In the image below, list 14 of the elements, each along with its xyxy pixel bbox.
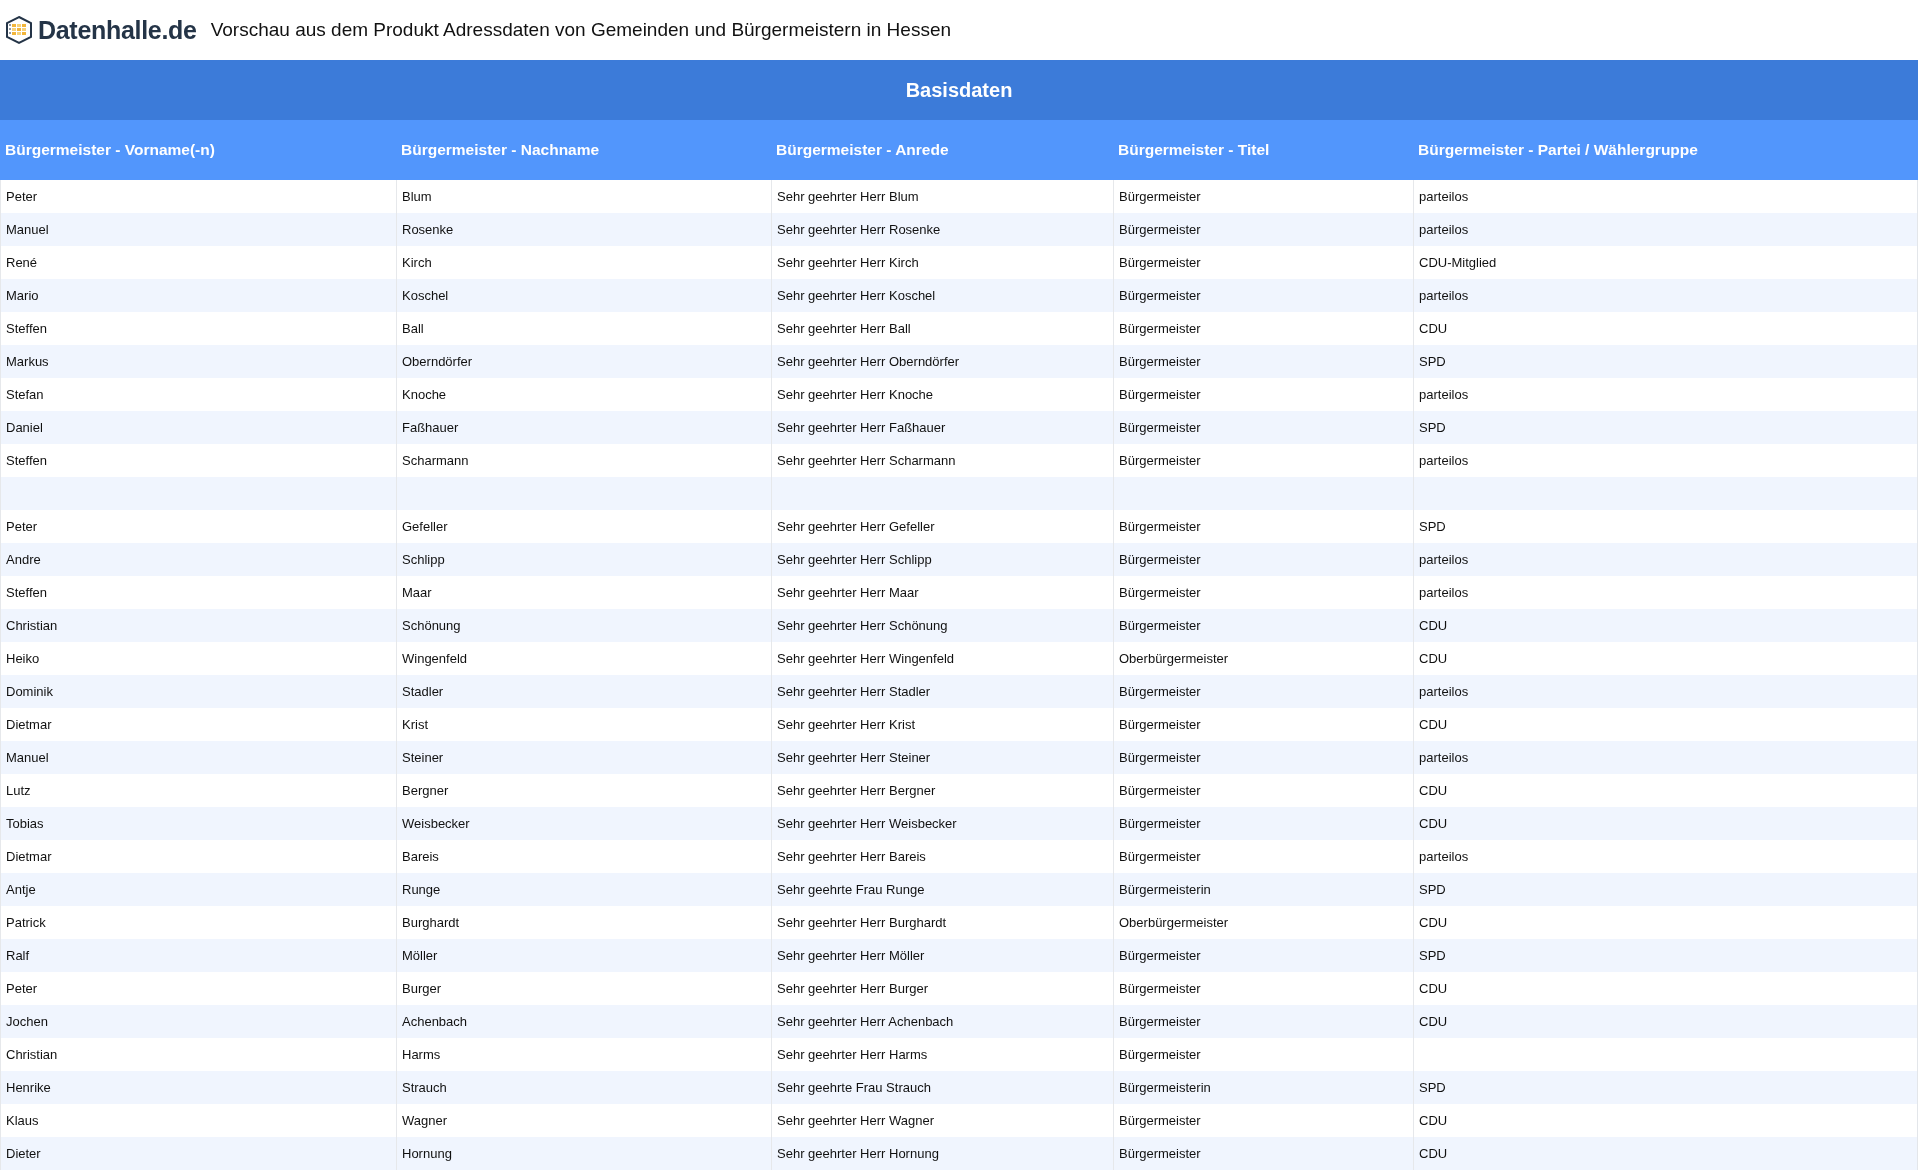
table-cell: Dieter xyxy=(0,1137,396,1170)
table-cell: Sehr geehrter Herr Hornung xyxy=(771,1137,1113,1170)
page-title: Vorschau aus dem Produkt Adressdaten von Gemeinden und Bürgermeistern in Hessen xyxy=(210,19,952,41)
column-header: Bürgermeister - Vorname(-n) xyxy=(4,140,216,160)
table-cell: Bürgermeister xyxy=(1113,1137,1413,1170)
table-cell: Hornung xyxy=(396,1137,771,1170)
logo-icon xyxy=(4,15,34,45)
column-header: Bürgermeister - Titel xyxy=(1117,140,1271,160)
table-cell: CDU xyxy=(1413,1137,1917,1170)
column-header: Bürgermeister - Nachname xyxy=(400,140,601,160)
column-header: Bürgermeister - Anrede xyxy=(775,140,950,160)
group-header: Basisdaten xyxy=(0,60,1918,120)
column-header: Bürgermeister - Partei / Wählergruppe xyxy=(1417,140,1699,160)
logo-text: Datenhalle.de xyxy=(38,15,197,45)
